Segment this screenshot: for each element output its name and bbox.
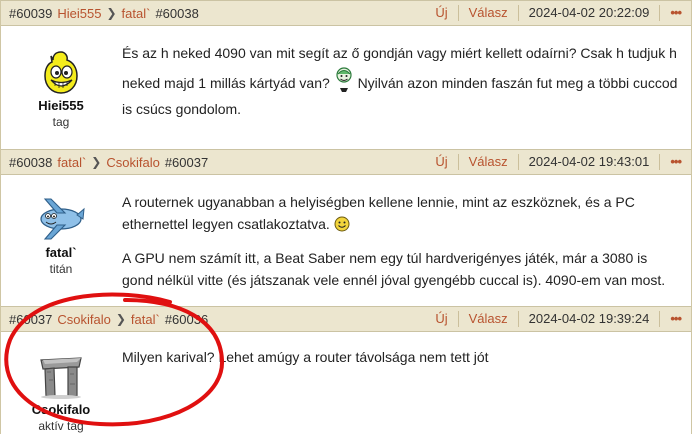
yellow-smiley-icon	[334, 216, 350, 232]
reply-target-user-link[interactable]: fatal`	[131, 312, 160, 327]
author-name[interactable]: fatal`	[1, 245, 121, 260]
post-text: A routernek ugyanabban a helyiségben kel…	[122, 194, 635, 232]
post-content: A routernek ugyanabban a helyiségben kel…	[122, 191, 681, 291]
post-header: #60037 Csokifalo ❯ fatal` #60036 Új Vála…	[1, 306, 691, 332]
post-body: fatal` titán A routernek ugyanabban a he…	[1, 175, 691, 306]
new-link[interactable]: Új	[425, 5, 457, 21]
post-header: #60038 fatal` ❯ Csokifalo #60037 Új Vála…	[1, 149, 691, 175]
more-options-icon[interactable]: •••	[659, 5, 683, 21]
author-panel: Hiei555 tag	[1, 48, 121, 129]
post-content: Milyen karival? Lehet amúgy a router táv…	[122, 346, 681, 368]
reply-target-post-link[interactable]: #60037	[165, 155, 208, 170]
forum-post: #60038 fatal` ❯ Csokifalo #60037 Új Vála…	[0, 149, 692, 306]
post-number: #60039	[9, 5, 53, 21]
reply-target-user-link[interactable]: fatal`	[122, 6, 151, 21]
author-rank: tag	[52, 115, 70, 129]
post-date: 2024-04-02 19:43:01	[517, 154, 660, 170]
chevron-right-icon: ❯	[91, 155, 102, 169]
post-author-link[interactable]: fatal`	[57, 155, 86, 170]
new-link[interactable]: Új	[425, 311, 457, 327]
post-body: Csokifalo aktív tag Milyen karival? Lehe…	[1, 332, 691, 434]
chevron-right-icon: ❯	[106, 6, 117, 20]
post-number: #60037	[9, 311, 53, 327]
reply-button[interactable]: Válasz	[457, 5, 518, 21]
author-name[interactable]: Hiei555	[1, 98, 121, 113]
more-options-icon[interactable]: •••	[659, 154, 683, 170]
author-name[interactable]: Csokifalo	[1, 402, 121, 417]
post-content: És az h neked 4090 van mit segít az ő go…	[122, 40, 681, 122]
author-rank: aktív tag	[38, 419, 84, 433]
airplane-avatar-icon[interactable]	[37, 195, 85, 243]
green-cap-smiley-icon	[336, 67, 352, 92]
author-panel: fatal` titán	[1, 195, 121, 276]
author-rank: titán	[49, 262, 73, 276]
forum-post: #60039 Hiei555 ❯ fatal` #60038 Új Válasz…	[0, 0, 692, 150]
forum-post: #60037 Csokifalo ❯ fatal` #60036 Új Vála…	[0, 306, 692, 434]
stone-dolmen-avatar-icon[interactable]	[37, 352, 85, 400]
reply-target-user-link[interactable]: Csokifalo	[106, 155, 159, 170]
reply-button[interactable]: Válasz	[457, 154, 518, 170]
post-date: 2024-04-02 19:39:24	[517, 311, 660, 327]
reply-button[interactable]: Válasz	[457, 311, 518, 327]
post-body: Hiei555 tag És az h neked 4090 van mit s…	[1, 26, 691, 150]
post-author-link[interactable]: Csokifalo	[57, 312, 110, 327]
post-header: #60039 Hiei555 ❯ fatal` #60038 Új Válasz…	[1, 0, 691, 26]
yellow-smiley-avatar-icon[interactable]	[37, 48, 85, 96]
post-author-link[interactable]: Hiei555	[57, 6, 101, 21]
post-number: #60038	[9, 154, 53, 170]
post-text-paragraph: A GPU nem számít itt, a Beat Saber nem e…	[122, 250, 666, 288]
reply-target-post-link[interactable]: #60038	[155, 6, 198, 21]
chevron-right-icon: ❯	[115, 312, 126, 326]
author-panel: Csokifalo aktív tag	[1, 352, 121, 433]
post-date: 2024-04-02 20:22:09	[517, 5, 660, 21]
post-text: Milyen karival? Lehet amúgy a router táv…	[122, 349, 489, 365]
new-link[interactable]: Új	[425, 154, 457, 170]
more-options-icon[interactable]: •••	[659, 311, 683, 327]
reply-target-post-link[interactable]: #60036	[165, 312, 208, 327]
